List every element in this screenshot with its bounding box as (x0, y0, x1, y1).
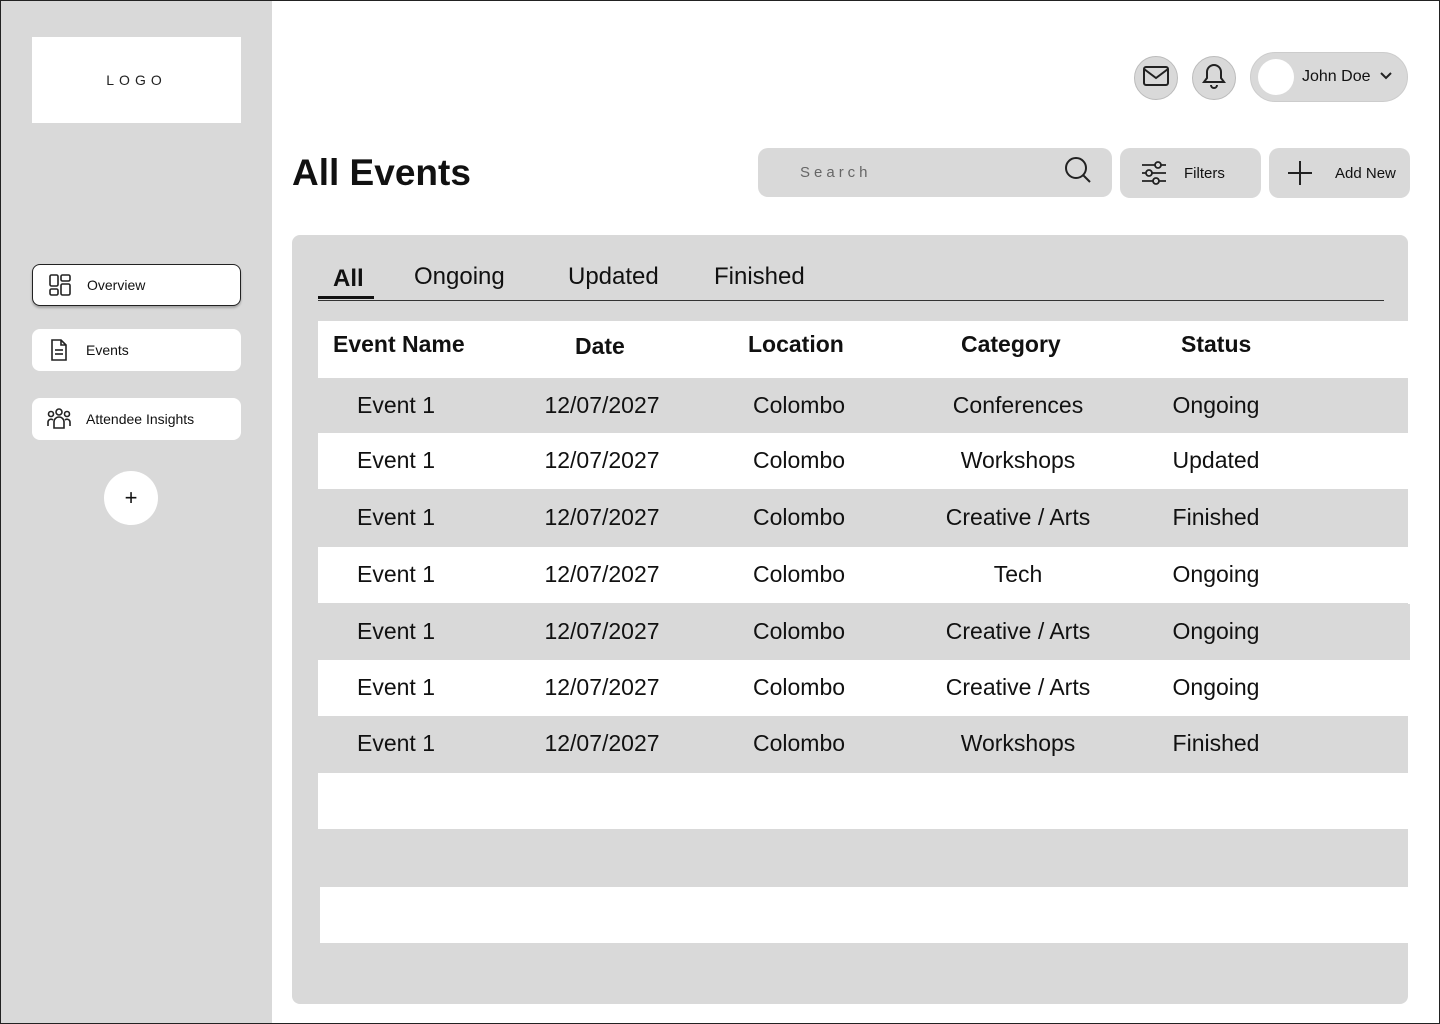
cell-event-name: Event 1 (357, 674, 435, 700)
empty-row (320, 887, 1408, 943)
sidebar-item-events[interactable]: Events (32, 329, 241, 371)
user-name: John Doe (1302, 68, 1371, 85)
cell-category: Tech (993, 561, 1043, 587)
cell-category: Workshops (960, 447, 1076, 473)
cell-status: Ongoing (1172, 618, 1260, 644)
add-new-button[interactable]: Add New (1269, 148, 1410, 198)
cell-status: Finished (1172, 504, 1260, 530)
cell-date: 12/07/2027 (544, 392, 660, 418)
chevron-down-icon (1379, 68, 1393, 86)
avatar (1258, 59, 1294, 95)
tab-updated[interactable]: Updated (568, 263, 659, 291)
empty-row (318, 830, 1408, 886)
cell-status: Ongoing (1172, 392, 1260, 418)
cell-event-name: Event 1 (357, 447, 435, 473)
page-title: All Events (292, 152, 471, 193)
table-row[interactable]: Event 1 12/07/2027 Colombo Creative / Arts O… (318, 660, 1408, 716)
user-menu[interactable]: John Doe (1250, 52, 1408, 102)
cell-location: Colombo (752, 504, 846, 530)
table-row[interactable]: Event 1 12/07/2027 Colombo Conferences Ongoi… (318, 378, 1408, 434)
tab-all[interactable]: All (333, 265, 364, 293)
active-tab-indicator (318, 296, 374, 299)
cell-status: Ongoing (1172, 561, 1260, 587)
table-row[interactable]: Event 1 12/07/2027 Colombo Workshops Updated (318, 433, 1408, 489)
tab-finished[interactable]: Finished (714, 263, 805, 291)
search-bar (758, 148, 1112, 197)
plus-icon (1285, 158, 1315, 188)
search-icon[interactable] (1064, 156, 1092, 189)
cell-category: Conferences (952, 392, 1084, 418)
cell-status: Ongoing (1172, 674, 1260, 700)
column-header-location[interactable]: Location (748, 331, 844, 358)
cell-event-name: Event 1 (357, 504, 435, 530)
table-row[interactable]: Event 1 12/07/2027 Colombo Creative / Arts F… (318, 490, 1408, 546)
cell-location: Colombo (752, 561, 846, 587)
filters-button[interactable]: Filters (1120, 148, 1261, 198)
cell-event-name: Event 1 (357, 730, 435, 756)
mail-button[interactable] (1134, 56, 1178, 100)
sliders-icon (1140, 160, 1168, 186)
cell-event-name: Event 1 (357, 392, 435, 418)
document-icon (46, 337, 72, 363)
sidebar-item-attendee-insights[interactable]: Attendee Insights (32, 398, 241, 440)
sidebar-item-label: Overview (87, 277, 146, 293)
filters-label: Filters (1184, 164, 1225, 182)
cell-event-name: Event 1 (357, 561, 435, 587)
table-row[interactable]: Event 1 12/07/2027 Colombo Workshops Finishe… (318, 716, 1408, 772)
table-row[interactable]: Event 1 12/07/2027 Colombo Creative / Arts O… (318, 604, 1410, 660)
search-input[interactable] (800, 164, 1064, 181)
dashboard-icon (47, 272, 73, 298)
sidebar-item-overview[interactable]: Overview (32, 264, 241, 306)
add-nav-button[interactable]: + (104, 471, 158, 525)
cell-location: Colombo (752, 392, 846, 418)
table-row[interactable]: Event 1 12/07/2027 Colombo Tech Ongoing (318, 547, 1408, 603)
cell-category: Workshops (960, 730, 1076, 756)
cell-date: 12/07/2027 (544, 447, 660, 473)
sidebar-item-label: Events (86, 342, 129, 358)
cell-event-name: Event 1 (357, 618, 435, 644)
column-header-date[interactable]: Date (575, 333, 625, 360)
column-header-status[interactable]: Status (1181, 331, 1251, 358)
cell-category: Creative / Arts (945, 618, 1091, 644)
cell-location: Colombo (752, 674, 846, 700)
cell-location: Colombo (752, 730, 846, 756)
cell-date: 12/07/2027 (544, 674, 660, 700)
sidebar-item-label: Attendee Insights (86, 411, 195, 427)
cell-category: Creative / Arts (945, 674, 1091, 700)
cell-location: Colombo (752, 618, 846, 644)
empty-row (318, 773, 1408, 829)
notifications-button[interactable] (1192, 56, 1236, 100)
cell-location: Colombo (752, 447, 846, 473)
cell-date: 12/07/2027 (544, 730, 660, 756)
users-group-icon (46, 406, 72, 432)
cell-status: Updated (1172, 447, 1260, 473)
sidebar: LOGO Overview Events Attendee Insights + (1, 1, 272, 1023)
tab-ongoing[interactable]: Ongoing (414, 263, 505, 291)
cell-date: 12/07/2027 (544, 504, 660, 530)
cell-status: Finished (1172, 730, 1260, 756)
column-header-event-name[interactable]: Event Name (333, 331, 465, 358)
table-header: Event Name Date Location Category Status (318, 321, 1408, 378)
cell-category: Creative / Arts (945, 504, 1091, 530)
column-header-category[interactable]: Category (961, 331, 1061, 358)
cell-date: 12/07/2027 (544, 618, 660, 644)
logo: LOGO (32, 37, 241, 123)
mail-icon (1142, 65, 1170, 92)
cell-date: 12/07/2027 (544, 561, 660, 587)
add-new-label: Add New (1335, 164, 1396, 182)
tab-bar: All Ongoing Updated Finished (318, 255, 1384, 301)
bell-icon (1201, 62, 1227, 95)
